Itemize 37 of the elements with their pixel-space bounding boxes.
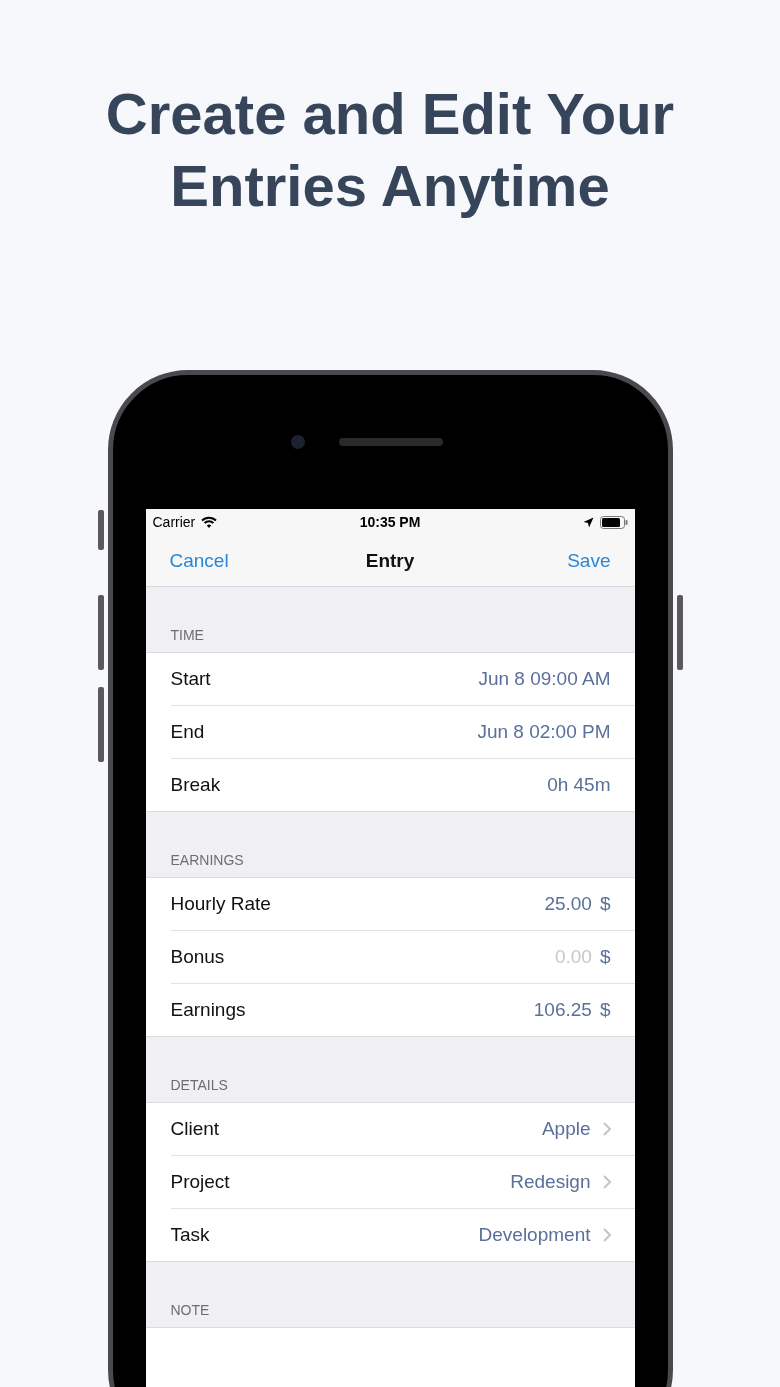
currency-unit: $ xyxy=(599,893,611,915)
chevron-icon xyxy=(602,1175,611,1189)
location-arrow-icon xyxy=(582,516,594,528)
cancel-button[interactable]: Cancel xyxy=(169,549,229,572)
carrier-label: Carrier xyxy=(152,514,196,530)
amount-value[interactable]: 25.00 xyxy=(544,893,592,915)
row-label: End xyxy=(170,721,205,743)
row-value[interactable]: Jun 8 09:00 AM xyxy=(478,668,611,690)
row-label: Break xyxy=(170,774,221,796)
battery-icon xyxy=(599,515,628,529)
wifi-icon xyxy=(201,516,218,528)
row-value[interactable]: Development xyxy=(478,1224,591,1246)
camera-icon xyxy=(290,435,305,449)
headline: Create and Edit Your Entries Anytime xyxy=(104,80,676,220)
section-header: NOTE xyxy=(170,1302,210,1318)
row-label: Hourly Rate xyxy=(170,893,271,915)
amount-value[interactable]: 106.25 xyxy=(533,999,592,1021)
section-header: EARNINGS xyxy=(170,852,244,868)
chevron-icon xyxy=(602,1228,611,1242)
currency-unit: $ xyxy=(599,946,611,968)
row-label: Earnings xyxy=(170,999,246,1021)
clock-time: 10:35 PM xyxy=(359,514,421,530)
currency-unit: $ xyxy=(599,999,611,1021)
row-value[interactable]: Redesign xyxy=(510,1171,591,1193)
row-label: Start xyxy=(170,668,211,690)
section-header: DETAILS xyxy=(170,1077,228,1093)
chevron-icon xyxy=(602,1122,611,1136)
row-label: Task xyxy=(170,1224,210,1246)
nav-title: Entry xyxy=(365,549,415,572)
section-header: TIME xyxy=(170,627,204,643)
row-label: Bonus xyxy=(170,946,225,968)
row-value[interactable]: Apple xyxy=(541,1118,591,1140)
save-button[interactable]: Save xyxy=(567,549,611,572)
row-value[interactable]: 0h 45m xyxy=(547,774,611,796)
row-label: Project xyxy=(170,1171,230,1193)
row-label: Client xyxy=(170,1118,220,1140)
row-value[interactable]: Jun 8 02:00 PM xyxy=(477,721,611,743)
